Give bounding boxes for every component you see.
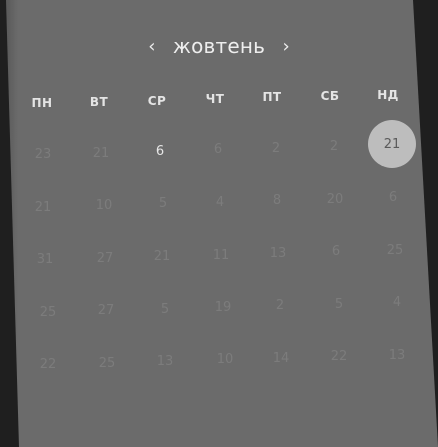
day-cell[interactable]: 5 — [148, 297, 182, 321]
day-cell[interactable]: 8 — [260, 188, 294, 212]
day-cell[interactable]: 25 — [31, 300, 65, 324]
day-cell[interactable]: 13 — [148, 349, 182, 373]
day-cell[interactable]: 22 — [31, 352, 65, 376]
day-cell[interactable]: 2 — [263, 293, 297, 317]
day-cell[interactable]: 5 — [322, 292, 356, 316]
weekday-label-sat: СБ — [320, 89, 340, 103]
day-cell[interactable]: 21 — [145, 244, 179, 268]
day-cell[interactable]: 6 — [319, 239, 353, 263]
day-cell[interactable]: 4 — [380, 290, 414, 314]
weekday-label-sun: НД — [377, 88, 399, 102]
calendar-panel — [6, 0, 438, 447]
day-cell[interactable]: 27 — [88, 246, 122, 270]
day-cell[interactable]: 6 — [201, 137, 235, 161]
weekday-label-thu: ЧТ — [205, 92, 225, 106]
day-cell[interactable]: 23 — [26, 142, 60, 166]
day-cell[interactable]: 10 — [87, 193, 121, 217]
month-title: жовтень — [172, 34, 266, 58]
day-cell[interactable]: 20 — [318, 187, 352, 211]
day-cell[interactable]: 14 — [264, 346, 298, 370]
chevron-left-icon[interactable]: ‹ — [141, 35, 163, 57]
weekday-label-wed: СР — [147, 94, 167, 108]
day-cell[interactable]: 13 — [380, 343, 414, 367]
day-cell[interactable]: 27 — [89, 298, 123, 322]
day-cell[interactable]: 31 — [28, 247, 62, 271]
day-cell[interactable]: 4 — [203, 190, 237, 214]
selected-day[interactable]: 21 — [368, 120, 416, 168]
calendar-screen: ‹ жовтень › ПН ВТ СР ЧТ ПТ СБ НД 23 21 6… — [0, 0, 438, 447]
weekday-label-mon: ПН — [31, 96, 53, 110]
day-cell[interactable]: 6 — [376, 185, 410, 209]
day-cell[interactable]: 19 — [206, 295, 240, 319]
day-cell[interactable]: 13 — [261, 241, 295, 265]
day-cell[interactable]: 6 — [143, 139, 177, 163]
day-cell[interactable]: 5 — [146, 191, 180, 215]
day-cell[interactable]: 11 — [204, 243, 238, 267]
day-cell[interactable]: 25 — [90, 351, 124, 375]
day-cell[interactable]: 22 — [322, 344, 356, 368]
day-cell[interactable]: 2 — [317, 134, 351, 158]
weekday-label-fri: ПТ — [262, 90, 282, 104]
day-cell[interactable]: 25 — [378, 238, 412, 262]
day-cell[interactable]: 10 — [208, 347, 242, 371]
chevron-right-icon[interactable]: › — [275, 35, 297, 57]
day-cell[interactable]: 21 — [84, 141, 118, 165]
day-cell[interactable]: 21 — [26, 195, 60, 219]
calendar-header: ‹ жовтень › — [0, 30, 438, 62]
day-cell[interactable]: 2 — [259, 136, 293, 160]
weekday-label-tue: ВТ — [89, 95, 109, 109]
